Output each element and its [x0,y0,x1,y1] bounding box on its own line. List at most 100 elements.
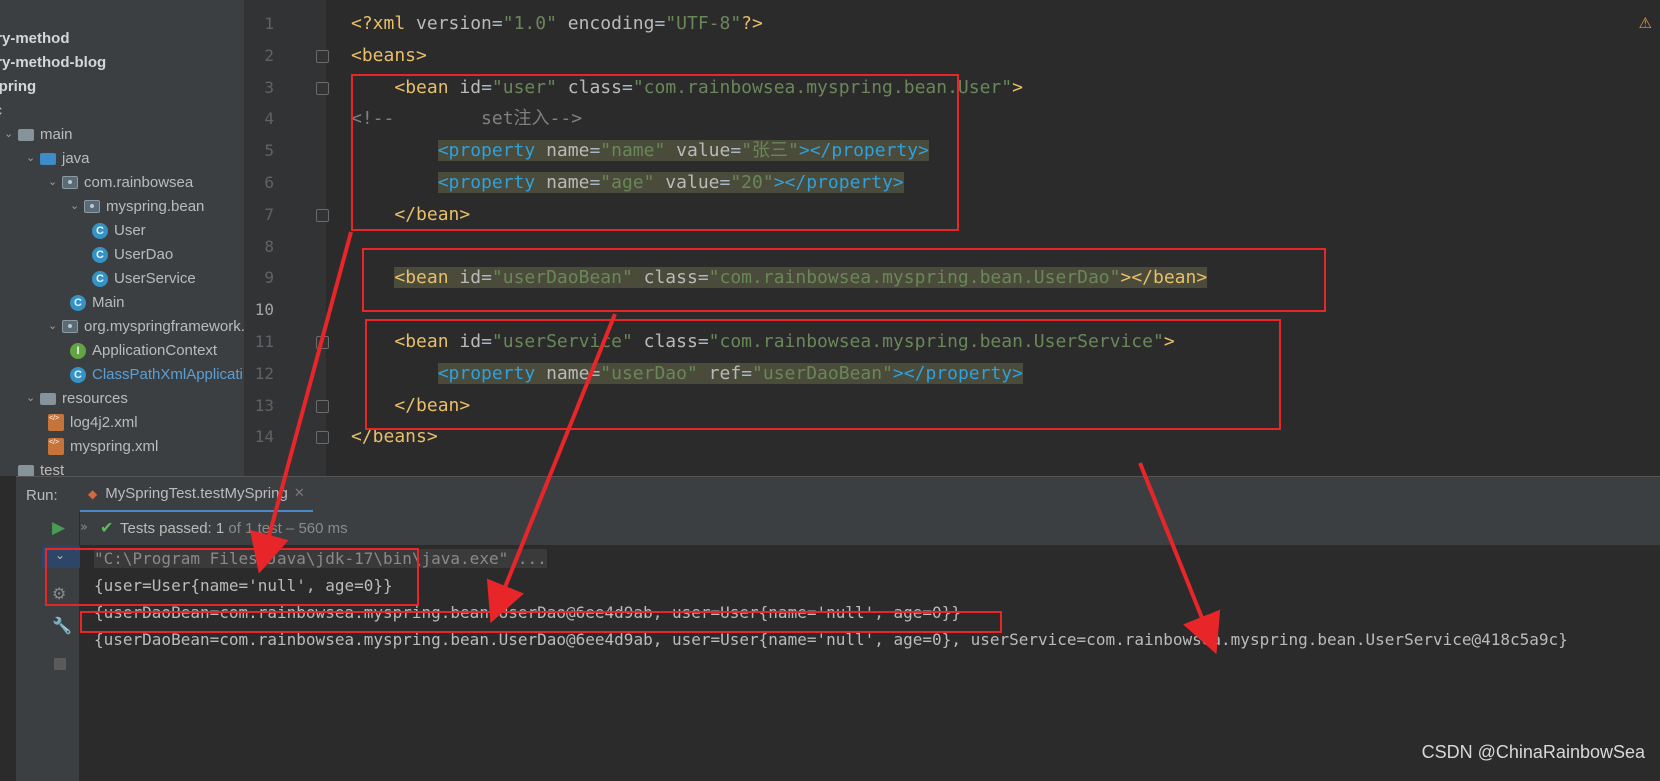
chevron-down-icon[interactable]: ⌄ [70,194,84,219]
test-config-icon: ◆ [88,486,98,501]
package-icon [62,176,78,189]
class-icon: C [92,270,108,287]
code-line[interactable]: <?xml version="1.0" encoding="UTF-8"?> [351,12,763,36]
tree-item[interactable]: ⌄ myspring.bean [70,194,204,219]
folder-icon [40,392,56,405]
stop-icon[interactable] [54,658,66,670]
test-status-bar: » ✔ Tests passed: 1 of 1 test – 560 ms [80,512,1660,545]
tree-item-label: UserDao [114,246,174,263]
warning-icon[interactable]: ⚠ [1639,14,1652,32]
line-number: 5 [264,141,274,161]
annotation-box-userdao-bean [362,248,1326,312]
run-header: Run: ◆ MySpringTest.testMySpring ✕ [16,476,1660,513]
interface-icon: I [70,342,86,359]
tree-item-label: myspring.bean [106,198,205,215]
xml-file-icon [48,406,64,431]
fold-marker-icon[interactable] [316,208,329,222]
tab-run-config[interactable]: ◆ MySpringTest.testMySpring ✕ [80,477,313,513]
annotation-box-userservice-bean [365,319,1281,430]
wrench-icon[interactable]: 🔧 [52,616,72,635]
tree-item-label: src [0,98,2,123]
tree-item-label: UserService [114,270,196,287]
fold-marker-icon[interactable] [316,81,329,95]
tree-item-label: yspring [0,78,37,95]
tree-item[interactable]: src [0,98,2,123]
folder-icon [18,128,34,141]
tree-item[interactable]: log4j2.xml [48,406,138,435]
tree-item-label: tory-method [0,30,70,47]
line-number: 11 [254,332,274,351]
close-icon[interactable]: ✕ [294,486,305,501]
tree-item-label: ApplicationContext [92,342,218,359]
tree-item-label: User [114,222,146,239]
class-icon: C [92,246,108,263]
line-gutter: 1 2 3 4 5 6 7 8 9 10 11 12 13 14 [244,0,329,476]
run-label: Run: [26,487,58,504]
tree-item-label: Main [92,294,125,311]
tree-item-label: com.rainbowsea [84,174,194,191]
code-line[interactable]: <beans> [351,44,427,68]
tree-item[interactable]: C UserService [92,266,196,291]
tree-item[interactable]: myspring.xml [48,430,159,459]
expand-icon[interactable]: » [80,520,88,535]
package-icon [84,200,100,213]
tree-item[interactable]: yspring [0,74,36,99]
run-left-strip [16,512,42,781]
chevron-down-icon[interactable]: ⌄ [26,386,40,411]
tree-item[interactable]: ⌄ resources [26,386,128,411]
passed-check-icon: ✔ [100,518,114,537]
tree-item[interactable]: ⌄ java [26,146,90,171]
line-number: 4 [264,109,274,129]
tree-item[interactable]: ⌄ com.rainbowsea [48,170,193,195]
tree-item[interactable]: ⌄ main [4,122,73,147]
line-number: 2 [264,45,274,65]
tree-item[interactable]: I ApplicationContext [70,338,217,363]
line-number: 7 [264,204,274,224]
fold-marker-icon[interactable] [316,431,329,445]
rerun-play-icon[interactable]: ▶ [52,518,65,538]
tree-item[interactable]: C ClassPathXmlApplicati [70,362,243,387]
fold-marker-icon[interactable] [316,399,329,413]
line-number: 9 [264,268,274,288]
tree-item[interactable]: C User [92,218,146,243]
chevron-down-icon[interactable]: ⌄ [26,146,40,171]
chevron-down-icon[interactable]: ⌄ [48,314,62,339]
line-number: 6 [264,173,274,192]
tree-item-label: org.myspringframework.c [84,318,244,335]
annotation-box-console-1 [45,548,419,606]
tree-item-label: main [40,126,73,143]
source-folder-icon [40,152,56,165]
test-status-detail: of 1 test – 560 ms [224,520,348,537]
package-icon [62,320,78,333]
tree-item[interactable]: C Main [70,290,125,315]
tree-item[interactable]: C UserDao [92,242,173,267]
class-icon: C [70,294,86,311]
watermark: CSDN @ChinaRainbowSea [1421,742,1645,762]
class-icon: C [70,366,86,383]
class-icon: C [92,222,108,239]
tree-item[interactable]: ⌄ org.myspringframework.c [48,314,244,339]
xml-file-icon [48,430,64,455]
line-number: 14 [254,427,274,447]
tree-item-label: log4j2.xml [70,414,138,431]
tab-title: MySpringTest.testMySpring [105,485,288,502]
fold-marker-icon[interactable] [316,49,329,63]
tree-item-label: java [62,150,90,167]
annotation-box-user-bean [351,74,959,231]
tree-item[interactable]: tory-method [0,26,70,51]
tree-item-label: resources [62,390,128,407]
line-number: 3 [264,77,274,97]
folder-icon [18,464,34,477]
line-number: 10 [254,300,274,320]
line-number: 12 [254,363,274,383]
tree-item-label: myspring.xml [70,438,159,455]
chevron-down-icon[interactable]: ⌄ [4,122,18,147]
tree-item-label: ClassPathXmlApplicati [92,366,243,383]
line-number: 8 [264,236,274,256]
fold-marker-icon[interactable] [316,336,329,349]
line-number: 1 [264,14,274,33]
test-status-text: Tests passed: 1 [120,520,225,537]
tree-item[interactable]: tory-method-blog [0,50,106,75]
chevron-down-icon[interactable]: ⌄ [48,170,62,195]
line-number: 13 [254,395,274,415]
